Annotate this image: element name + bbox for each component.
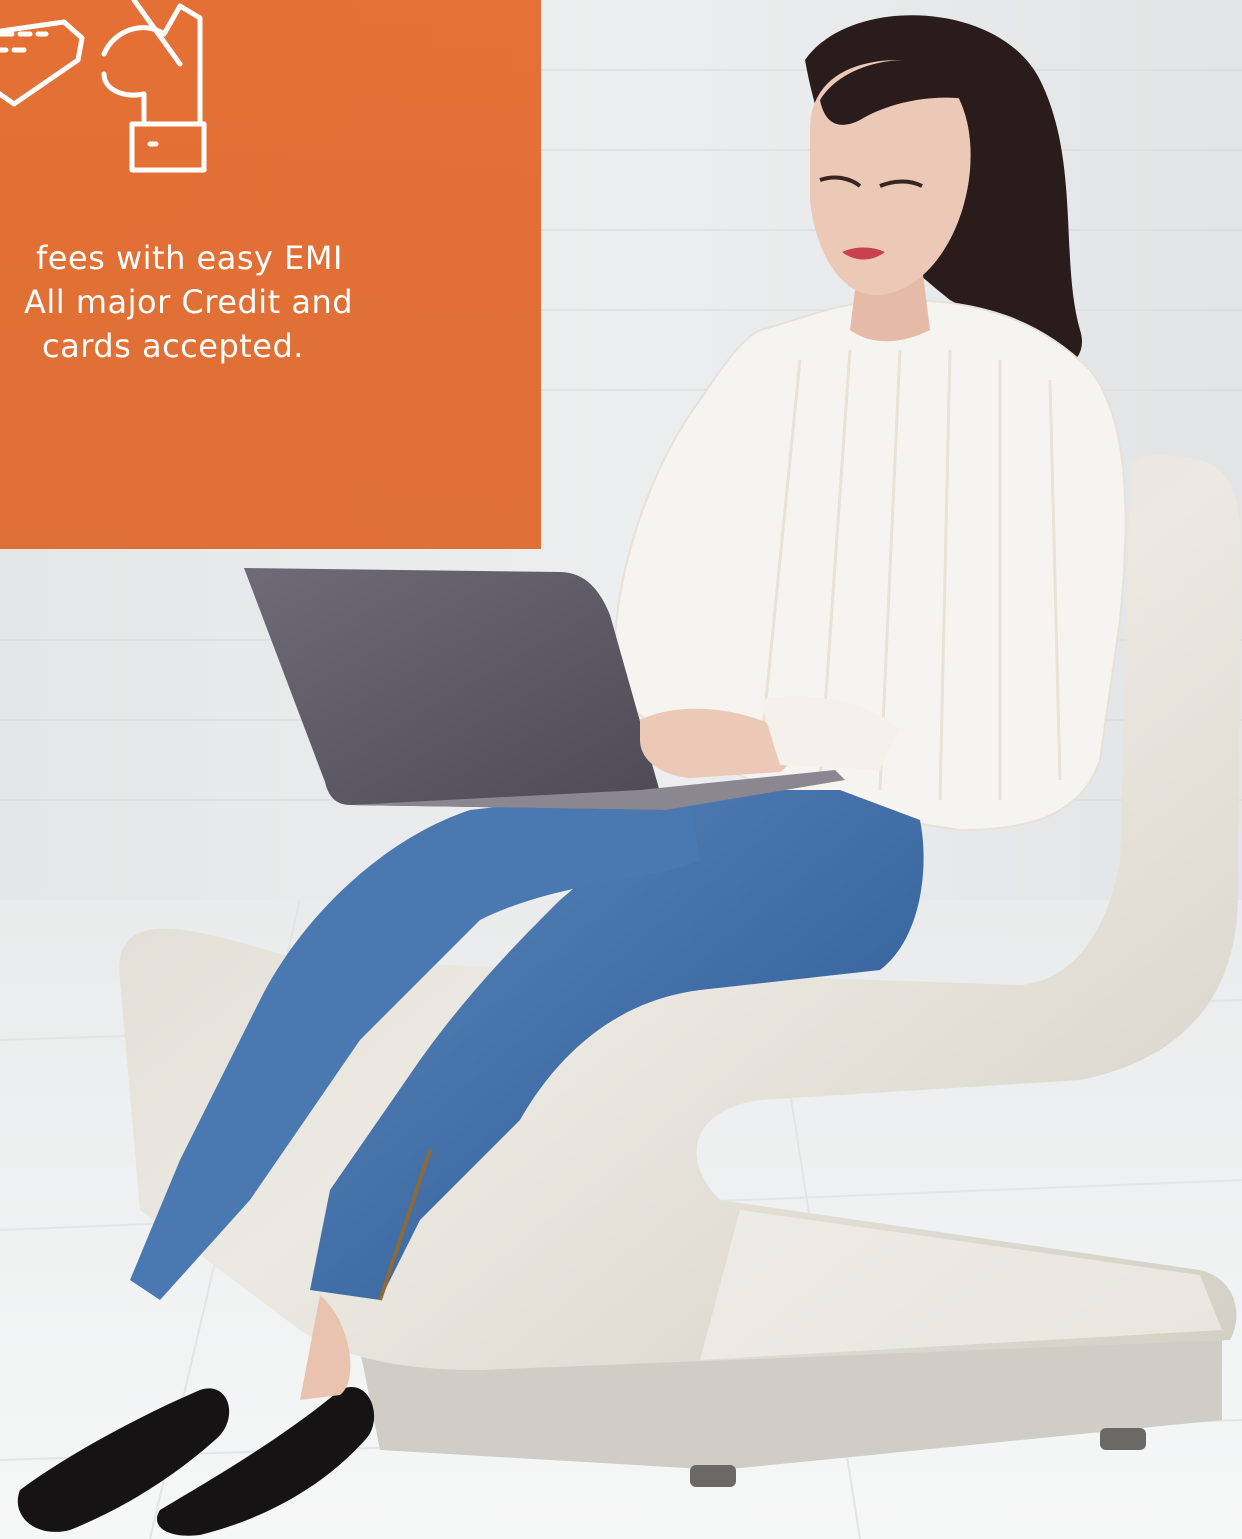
card-payment-hand-icon xyxy=(0,0,207,173)
promo-text: fees with easy EMI All major Credit and … xyxy=(0,236,541,368)
promo-panel: fees with easy EMI All major Credit and … xyxy=(0,0,541,549)
promo-line-3: cards accepted. xyxy=(42,327,304,365)
promo-line-2: All major Credit and xyxy=(24,283,354,321)
chair-wheel xyxy=(1100,1428,1146,1450)
promo-line-1: fees with easy EMI xyxy=(36,239,343,277)
chair-wheel xyxy=(690,1465,736,1487)
